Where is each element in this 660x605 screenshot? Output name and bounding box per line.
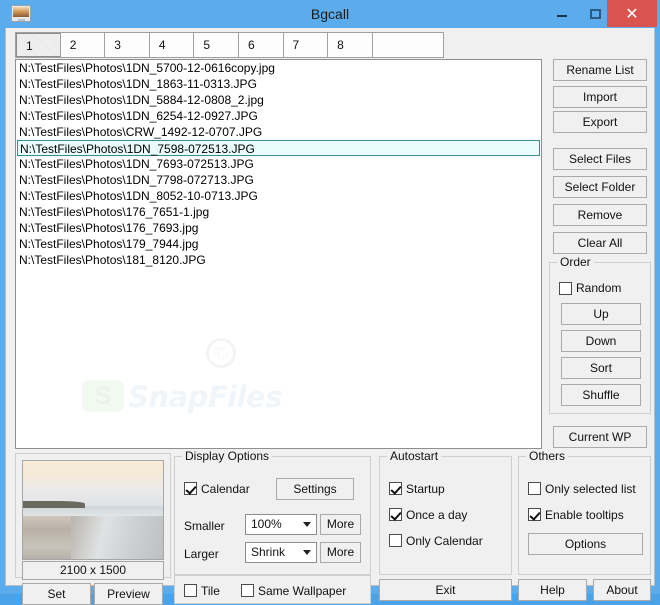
others-label: Others <box>526 449 569 463</box>
select-folder-button[interactable]: Select Folder <box>553 176 647 198</box>
title-bar: Bgcall ✕ <box>0 0 660 28</box>
list-item[interactable]: N:\TestFiles\Photos\1DN_7693-072513.JPG <box>16 156 541 172</box>
random-checkbox[interactable] <box>559 282 572 295</box>
list-tabs[interactable]: 1 2 3 4 5 6 7 8 <box>15 32 444 58</box>
order-group: Order Random Up Down Sort Shuffle <box>549 255 651 414</box>
larger-value: Shrink <box>251 545 286 559</box>
application-window: Bgcall ✕ 1 2 3 4 5 6 7 8 N:\TestFiles\Ph… <box>0 0 660 605</box>
export-button[interactable]: Export <box>553 111 647 133</box>
calendar-checkbox[interactable] <box>184 482 197 495</box>
copyright-icon: © <box>206 338 236 368</box>
list-item-selected[interactable]: N:\TestFiles\Photos\1DN_7598-072513.JPG <box>17 140 540 156</box>
list-item[interactable]: N:\TestFiles\Photos\176_7651-1.jpg <box>16 204 541 220</box>
tab-6[interactable]: 6 <box>238 33 284 57</box>
only-selected-list-label: Only selected list <box>545 482 636 496</box>
chevron-down-icon <box>303 550 311 555</box>
autostart-group: Autostart Startup Once a day Only Calend… <box>379 449 512 575</box>
tile-checkbox[interactable] <box>184 584 197 597</box>
display-options-group: Display Options Calendar Settings Smalle… <box>174 449 371 575</box>
about-button[interactable]: About <box>593 579 651 601</box>
display-options-label: Display Options <box>182 449 273 463</box>
list-item[interactable]: N:\TestFiles\Photos\1DN_8052-10-0713.JPG <box>16 188 541 204</box>
maximize-button[interactable] <box>580 0 610 27</box>
larger-select[interactable]: Shrink <box>245 542 317 563</box>
tab-4[interactable]: 4 <box>149 33 195 57</box>
random-label: Random <box>576 281 622 295</box>
tab-8[interactable]: 8 <box>328 33 373 57</box>
import-button[interactable]: Import <box>553 86 647 108</box>
select-files-button[interactable]: Select Files <box>553 148 647 170</box>
larger-label: Larger <box>184 547 219 561</box>
list-item[interactable]: N:\TestFiles\Photos\1DN_5700-12-0616copy… <box>16 60 541 76</box>
list-item[interactable]: N:\TestFiles\Photos\1DN_1863-11-0313.JPG <box>16 76 541 92</box>
client-area: 1 2 3 4 5 6 7 8 N:\TestFiles\Photos\1DN_… <box>5 28 655 605</box>
tile-label: Tile <box>201 584 220 598</box>
chevron-down-icon <box>303 522 311 527</box>
enable-tooltips-checkbox[interactable] <box>528 508 541 521</box>
others-group: Others Only selected list Enable tooltip… <box>518 449 651 575</box>
up-button[interactable]: Up <box>561 303 641 325</box>
smaller-value: 100% <box>251 517 282 531</box>
tab-filler <box>372 33 443 57</box>
same-wallpaper-checkbox[interactable] <box>241 584 254 597</box>
tab-1[interactable]: 1 <box>16 33 61 57</box>
image-dimensions-label: 2100 x 1500 <box>22 561 164 580</box>
wallpaper-preview-image[interactable] <box>22 460 164 560</box>
tab-5[interactable]: 5 <box>194 33 239 57</box>
startup-label: Startup <box>406 482 445 496</box>
autostart-label: Autostart <box>387 449 442 463</box>
close-icon: ✕ <box>625 4 639 23</box>
smaller-label: Smaller <box>184 519 225 533</box>
only-selected-list-checkbox[interactable] <box>528 482 541 495</box>
preview-button[interactable]: Preview <box>94 583 163 605</box>
snapfiles-logo-icon: S <box>82 380 124 412</box>
tab-3[interactable]: 3 <box>105 33 150 57</box>
enable-tooltips-label: Enable tooltips <box>545 508 624 522</box>
sort-button[interactable]: Sort <box>561 357 641 379</box>
tiling-panel: Tile Same Wallpaper <box>174 575 371 604</box>
exit-button[interactable]: Exit <box>379 579 512 601</box>
rename-list-button[interactable]: Rename List <box>553 59 647 81</box>
tab-7[interactable]: 7 <box>283 33 329 57</box>
current-wp-button[interactable]: Current WP <box>553 426 647 448</box>
larger-more-button[interactable]: More <box>320 542 361 563</box>
set-button[interactable]: Set <box>22 583 91 605</box>
list-item[interactable]: N:\TestFiles\Photos\CRW_1492-12-0707.JPG <box>16 124 541 140</box>
down-button[interactable]: Down <box>561 330 641 352</box>
file-list[interactable]: N:\TestFiles\Photos\1DN_5700-12-0616copy… <box>15 59 542 449</box>
list-item[interactable]: N:\TestFiles\Photos\179_7944.jpg <box>16 236 541 252</box>
remove-button[interactable]: Remove <box>553 204 647 226</box>
minimize-button[interactable] <box>547 0 577 27</box>
smaller-more-button[interactable]: More <box>320 514 361 535</box>
once-a-day-checkbox[interactable] <box>389 508 402 521</box>
only-calendar-label: Only Calendar <box>406 534 483 548</box>
clear-all-button[interactable]: Clear All <box>553 232 647 254</box>
list-item[interactable]: N:\TestFiles\Photos\1DN_7798-072713.JPG <box>16 172 541 188</box>
settings-button[interactable]: Settings <box>276 478 354 500</box>
order-group-label: Order <box>557 255 594 269</box>
list-item[interactable]: N:\TestFiles\Photos\181_8120.JPG <box>16 252 541 268</box>
same-wallpaper-label: Same Wallpaper <box>258 584 347 598</box>
calendar-label: Calendar <box>201 482 250 496</box>
smaller-select[interactable]: 100% <box>245 514 317 535</box>
snapfiles-watermark: © S SnapFiles <box>76 338 316 416</box>
list-item[interactable]: N:\TestFiles\Photos\1DN_6254-12-0927.JPG <box>16 108 541 124</box>
list-item[interactable]: N:\TestFiles\Photos\1DN_5884-12-0808_2.j… <box>16 92 541 108</box>
close-button[interactable]: ✕ <box>607 0 657 27</box>
options-button[interactable]: Options <box>528 533 643 555</box>
watermark-text: SnapFiles <box>128 380 282 414</box>
startup-checkbox[interactable] <box>389 482 402 495</box>
only-calendar-checkbox[interactable] <box>389 534 402 547</box>
list-item[interactable]: N:\TestFiles\Photos\176_7693.jpg <box>16 220 541 236</box>
tab-2[interactable]: 2 <box>60 33 106 57</box>
shuffle-button[interactable]: Shuffle <box>561 384 641 406</box>
help-button[interactable]: Help <box>518 579 587 601</box>
once-a-day-label: Once a day <box>406 508 468 522</box>
